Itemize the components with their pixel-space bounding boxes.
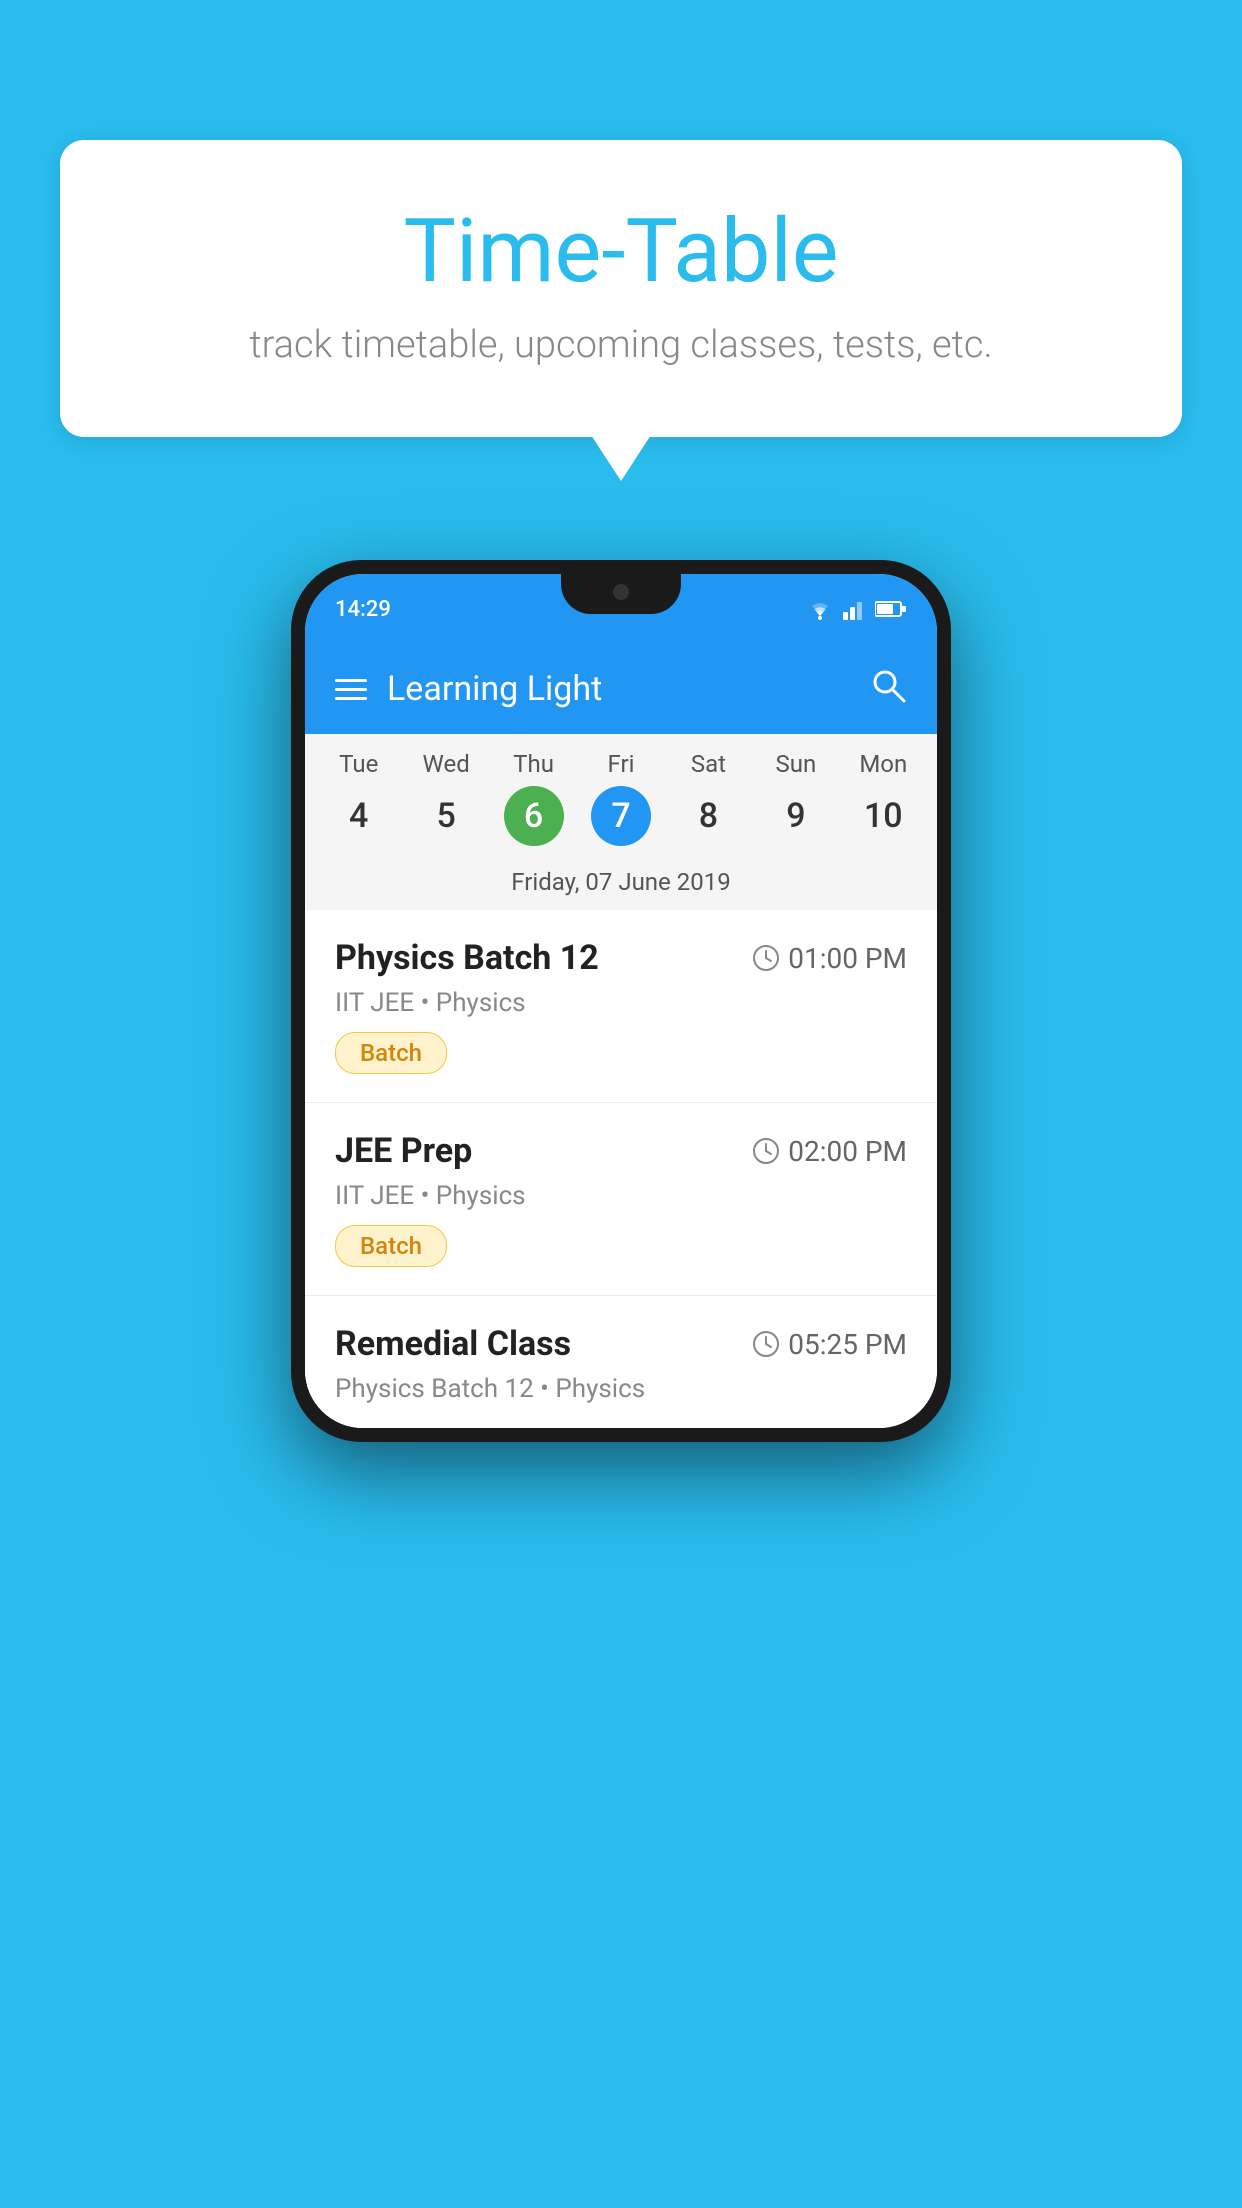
schedule-item-2[interactable]: JEE Prep 02:00 PM IIT JEE • Physics Batc… xyxy=(305,1103,937,1296)
day-label-wed: Wed xyxy=(402,750,489,778)
status-icons xyxy=(805,598,907,620)
date-numbers: 4 5 6 7 8 9 10 xyxy=(305,782,937,860)
schedule-title-3: Remedial Class xyxy=(335,1324,571,1364)
app-title: Learning Light xyxy=(387,669,602,709)
schedule-item-3-header: Remedial Class 05:25 PM xyxy=(335,1324,907,1364)
date-8[interactable]: 8 xyxy=(665,786,752,846)
day-headers: Tue Wed Thu Fri Sat Sun Mon xyxy=(305,734,937,782)
status-bar: 14:29 xyxy=(305,574,937,644)
date-9[interactable]: 9 xyxy=(752,786,839,846)
date-4[interactable]: 4 xyxy=(315,786,402,846)
schedule-time-1: 01:00 PM xyxy=(752,942,907,975)
date-7-selected[interactable]: 7 xyxy=(591,786,651,846)
schedule-title-2: JEE Prep xyxy=(335,1131,472,1171)
date-6-today[interactable]: 6 xyxy=(504,786,564,846)
app-header: Learning Light xyxy=(305,644,937,734)
search-button[interactable] xyxy=(869,666,907,713)
day-label-sun: Sun xyxy=(752,750,839,778)
camera-icon xyxy=(613,584,629,600)
header-left: Learning Light xyxy=(335,669,602,709)
wifi-icon xyxy=(805,598,835,620)
notch xyxy=(561,574,681,614)
schedule-item-2-header: JEE Prep 02:00 PM xyxy=(335,1131,907,1171)
clock-icon-3 xyxy=(752,1330,780,1358)
schedule-title-1: Physics Batch 12 xyxy=(335,938,599,978)
schedule-item-1-header: Physics Batch 12 01:00 PM xyxy=(335,938,907,978)
clock-icon-1 xyxy=(752,944,780,972)
day-label-sat: Sat xyxy=(665,750,752,778)
speech-bubble-container: Time-Table track timetable, upcoming cla… xyxy=(60,140,1182,437)
status-time: 14:29 xyxy=(335,597,391,622)
speech-bubble: Time-Table track timetable, upcoming cla… xyxy=(60,140,1182,437)
schedule-subtitle-3: Physics Batch 12 • Physics xyxy=(335,1374,907,1404)
schedule-time-3: 05:25 PM xyxy=(752,1328,907,1361)
battery-icon xyxy=(875,600,907,618)
schedule-subtitle-2: IIT JEE • Physics xyxy=(335,1181,907,1211)
phone-screen: 14:29 xyxy=(305,574,937,1428)
schedule-time-2: 02:00 PM xyxy=(752,1135,907,1168)
batch-tag-1: Batch xyxy=(335,1032,447,1074)
date-10[interactable]: 10 xyxy=(840,786,927,846)
calendar-section: Tue Wed Thu Fri Sat Sun Mon 4 5 6 7 8 9 … xyxy=(305,734,937,910)
bubble-subtitle: track timetable, upcoming classes, tests… xyxy=(140,323,1102,367)
schedule-item-1[interactable]: Physics Batch 12 01:00 PM IIT JEE • Phys… xyxy=(305,910,937,1103)
selected-date-label: Friday, 07 June 2019 xyxy=(305,860,937,910)
schedule-subtitle-1: IIT JEE • Physics xyxy=(335,988,907,1018)
signal-icon xyxy=(843,598,867,620)
day-label-tue: Tue xyxy=(315,750,402,778)
day-label-mon: Mon xyxy=(840,750,927,778)
day-label-fri: Fri xyxy=(577,750,664,778)
bubble-title: Time-Table xyxy=(140,200,1102,303)
clock-icon-2 xyxy=(752,1137,780,1165)
day-label-thu: Thu xyxy=(490,750,577,778)
date-5[interactable]: 5 xyxy=(402,786,489,846)
phone-frame: 14:29 xyxy=(291,560,951,1442)
phone-container: 14:29 xyxy=(291,560,951,1442)
schedule-list: Physics Batch 12 01:00 PM IIT JEE • Phys… xyxy=(305,910,937,1428)
batch-tag-2: Batch xyxy=(335,1225,447,1267)
schedule-item-3[interactable]: Remedial Class 05:25 PM Physics Batch 12… xyxy=(305,1296,937,1428)
menu-button[interactable] xyxy=(335,679,367,700)
